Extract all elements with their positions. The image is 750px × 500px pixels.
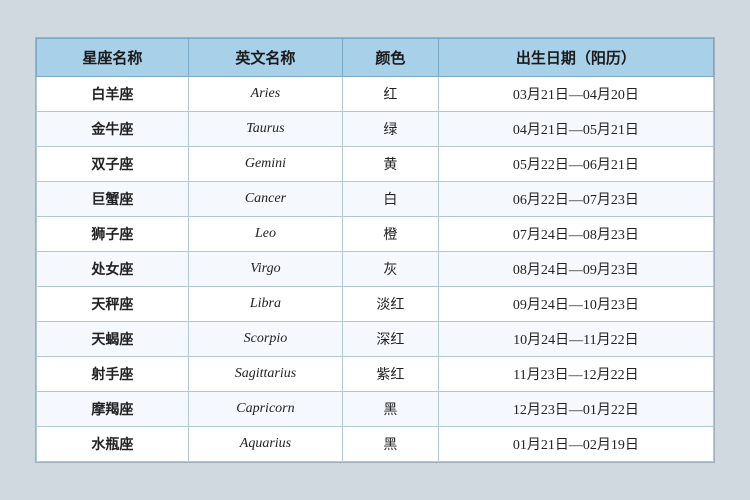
cell-chinese-name: 射手座 bbox=[37, 357, 189, 392]
cell-english-name: Leo bbox=[188, 217, 342, 252]
cell-dates: 06月22日—07月23日 bbox=[438, 182, 713, 217]
cell-chinese-name: 摩羯座 bbox=[37, 392, 189, 427]
cell-dates: 05月22日—06月21日 bbox=[438, 147, 713, 182]
cell-english-name: Gemini bbox=[188, 147, 342, 182]
table-body: 白羊座Aries红03月21日—04月20日金牛座Taurus绿04月21日—0… bbox=[37, 77, 714, 462]
cell-english-name: Libra bbox=[188, 287, 342, 322]
table-row: 水瓶座Aquarius黑01月21日—02月19日 bbox=[37, 427, 714, 462]
cell-english-name: Aries bbox=[188, 77, 342, 112]
cell-color: 橙 bbox=[343, 217, 439, 252]
table-row: 射手座Sagittarius紫红11月23日—12月22日 bbox=[37, 357, 714, 392]
table-row: 双子座Gemini黄05月22日—06月21日 bbox=[37, 147, 714, 182]
table-row: 金牛座Taurus绿04月21日—05月21日 bbox=[37, 112, 714, 147]
cell-chinese-name: 天蝎座 bbox=[37, 322, 189, 357]
zodiac-table-container: 星座名称 英文名称 颜色 出生日期（阳历） 白羊座Aries红03月21日—04… bbox=[35, 37, 715, 463]
table-row: 处女座Virgo灰08月24日—09月23日 bbox=[37, 252, 714, 287]
cell-english-name: Virgo bbox=[188, 252, 342, 287]
cell-color: 白 bbox=[343, 182, 439, 217]
cell-chinese-name: 金牛座 bbox=[37, 112, 189, 147]
cell-color: 黑 bbox=[343, 427, 439, 462]
cell-color: 绿 bbox=[343, 112, 439, 147]
cell-chinese-name: 双子座 bbox=[37, 147, 189, 182]
cell-color: 淡红 bbox=[343, 287, 439, 322]
cell-english-name: Sagittarius bbox=[188, 357, 342, 392]
table-row: 巨蟹座Cancer白06月22日—07月23日 bbox=[37, 182, 714, 217]
table-row: 摩羯座Capricorn黑12月23日—01月22日 bbox=[37, 392, 714, 427]
table-row: 狮子座Leo橙07月24日—08月23日 bbox=[37, 217, 714, 252]
cell-color: 红 bbox=[343, 77, 439, 112]
cell-english-name: Taurus bbox=[188, 112, 342, 147]
cell-chinese-name: 狮子座 bbox=[37, 217, 189, 252]
cell-dates: 07月24日—08月23日 bbox=[438, 217, 713, 252]
cell-dates: 08月24日—09月23日 bbox=[438, 252, 713, 287]
header-english-name: 英文名称 bbox=[188, 39, 342, 77]
cell-color: 深红 bbox=[343, 322, 439, 357]
cell-english-name: Aquarius bbox=[188, 427, 342, 462]
cell-dates: 09月24日—10月23日 bbox=[438, 287, 713, 322]
cell-color: 灰 bbox=[343, 252, 439, 287]
cell-english-name: Scorpio bbox=[188, 322, 342, 357]
table-row: 天蝎座Scorpio深红10月24日—11月22日 bbox=[37, 322, 714, 357]
cell-dates: 12月23日—01月22日 bbox=[438, 392, 713, 427]
cell-color: 黑 bbox=[343, 392, 439, 427]
cell-dates: 03月21日—04月20日 bbox=[438, 77, 713, 112]
cell-dates: 11月23日—12月22日 bbox=[438, 357, 713, 392]
header-chinese-name: 星座名称 bbox=[37, 39, 189, 77]
cell-dates: 10月24日—11月22日 bbox=[438, 322, 713, 357]
table-row: 白羊座Aries红03月21日—04月20日 bbox=[37, 77, 714, 112]
cell-color: 黄 bbox=[343, 147, 439, 182]
header-dates: 出生日期（阳历） bbox=[438, 39, 713, 77]
cell-dates: 04月21日—05月21日 bbox=[438, 112, 713, 147]
cell-dates: 01月21日—02月19日 bbox=[438, 427, 713, 462]
cell-chinese-name: 天秤座 bbox=[37, 287, 189, 322]
zodiac-table: 星座名称 英文名称 颜色 出生日期（阳历） 白羊座Aries红03月21日—04… bbox=[36, 38, 714, 462]
cell-chinese-name: 水瓶座 bbox=[37, 427, 189, 462]
header-color: 颜色 bbox=[343, 39, 439, 77]
cell-chinese-name: 白羊座 bbox=[37, 77, 189, 112]
table-header-row: 星座名称 英文名称 颜色 出生日期（阳历） bbox=[37, 39, 714, 77]
cell-color: 紫红 bbox=[343, 357, 439, 392]
table-row: 天秤座Libra淡红09月24日—10月23日 bbox=[37, 287, 714, 322]
cell-chinese-name: 处女座 bbox=[37, 252, 189, 287]
cell-chinese-name: 巨蟹座 bbox=[37, 182, 189, 217]
cell-english-name: Cancer bbox=[188, 182, 342, 217]
cell-english-name: Capricorn bbox=[188, 392, 342, 427]
